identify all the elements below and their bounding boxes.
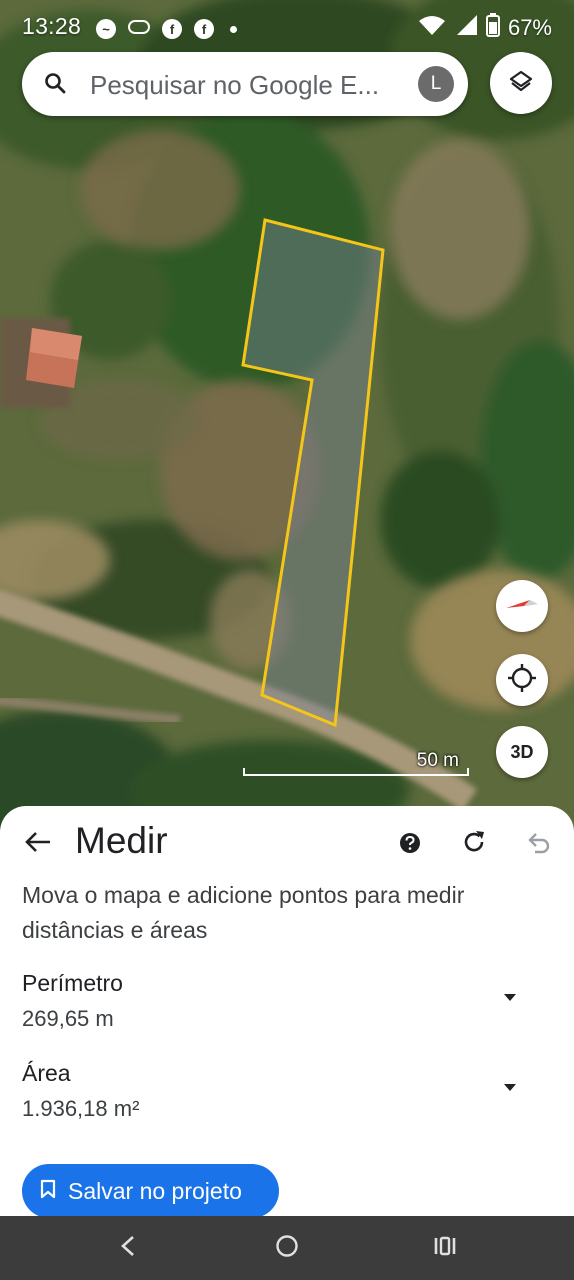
caret-down-icon[interactable] [504,1084,516,1091]
layers-icon [509,69,533,98]
search-icon [44,72,66,99]
facebook-icon: f [162,19,182,39]
avatar[interactable]: L [418,66,454,102]
game-controller-icon [128,16,150,42]
battery-icon [485,13,500,43]
system-icons: 67% [418,13,552,43]
battery-percent: 67% [507,15,552,40]
facebook-icon: f [194,19,214,39]
satellite-imagery [0,0,574,830]
save-button-label: Salvar no projeto [68,1177,242,1204]
signal-icon [454,14,478,42]
compass-button[interactable] [496,580,548,632]
perimeter-row[interactable]: Perímetro 269,65 m [22,968,552,1038]
caret-down-icon[interactable] [504,994,516,1001]
layers-button[interactable] [490,52,552,114]
area-row[interactable]: Área 1.936,18 m² [22,1058,552,1128]
nav-home-button[interactable] [271,1232,303,1264]
search-input[interactable]: Pesquisar no Google E... [90,70,405,101]
crosshair-icon [507,663,537,698]
status-bar: 13:28 ~ f f 67% [0,0,574,52]
scale-bar: 50 m [243,746,469,780]
help-icon [399,833,421,858]
status-time: 13:28 [22,13,82,39]
nav-back-button[interactable] [112,1232,144,1264]
area-label: Área [22,1060,71,1086]
search-bar[interactable]: Pesquisar no Google E... L [22,52,468,116]
my-location-button[interactable] [496,654,548,706]
page-title: Medir [75,820,168,861]
recents-icon [433,1235,457,1262]
measure-sheet: Medir Mova o mapa e adicione pontos para… [0,806,574,1218]
bookmark-icon [40,1178,56,1205]
undo-icon [524,833,552,860]
3d-toggle-button[interactable]: 3D [496,726,548,778]
instructions-text: Mova o mapa e adicione pontos para medir… [22,882,465,943]
arrow-left-icon [25,831,51,858]
area-value: 1.936,18 m² [22,1096,140,1121]
notification-dot-icon [230,25,237,33]
notification-icons: ~ f f [96,16,237,42]
reset-button[interactable] [460,828,488,856]
perimeter-label: Perímetro [22,970,123,996]
perimeter-value: 269,65 m [22,1006,114,1031]
compass-icon [504,594,540,619]
undo-button[interactable] [524,828,552,856]
save-to-project-button[interactable]: Salvar no projeto [22,1164,279,1218]
messenger-icon: ~ [96,19,116,39]
refresh-icon [460,831,488,860]
help-button[interactable] [399,832,421,854]
scale-line [243,768,469,776]
satellite-map[interactable] [0,0,574,830]
back-button[interactable] [22,828,54,860]
wifi-icon [418,14,446,42]
chevron-left-icon [120,1235,136,1262]
home-circle-icon [275,1234,299,1263]
nav-recents-button[interactable] [429,1232,461,1264]
system-navigation-bar [0,1216,574,1280]
